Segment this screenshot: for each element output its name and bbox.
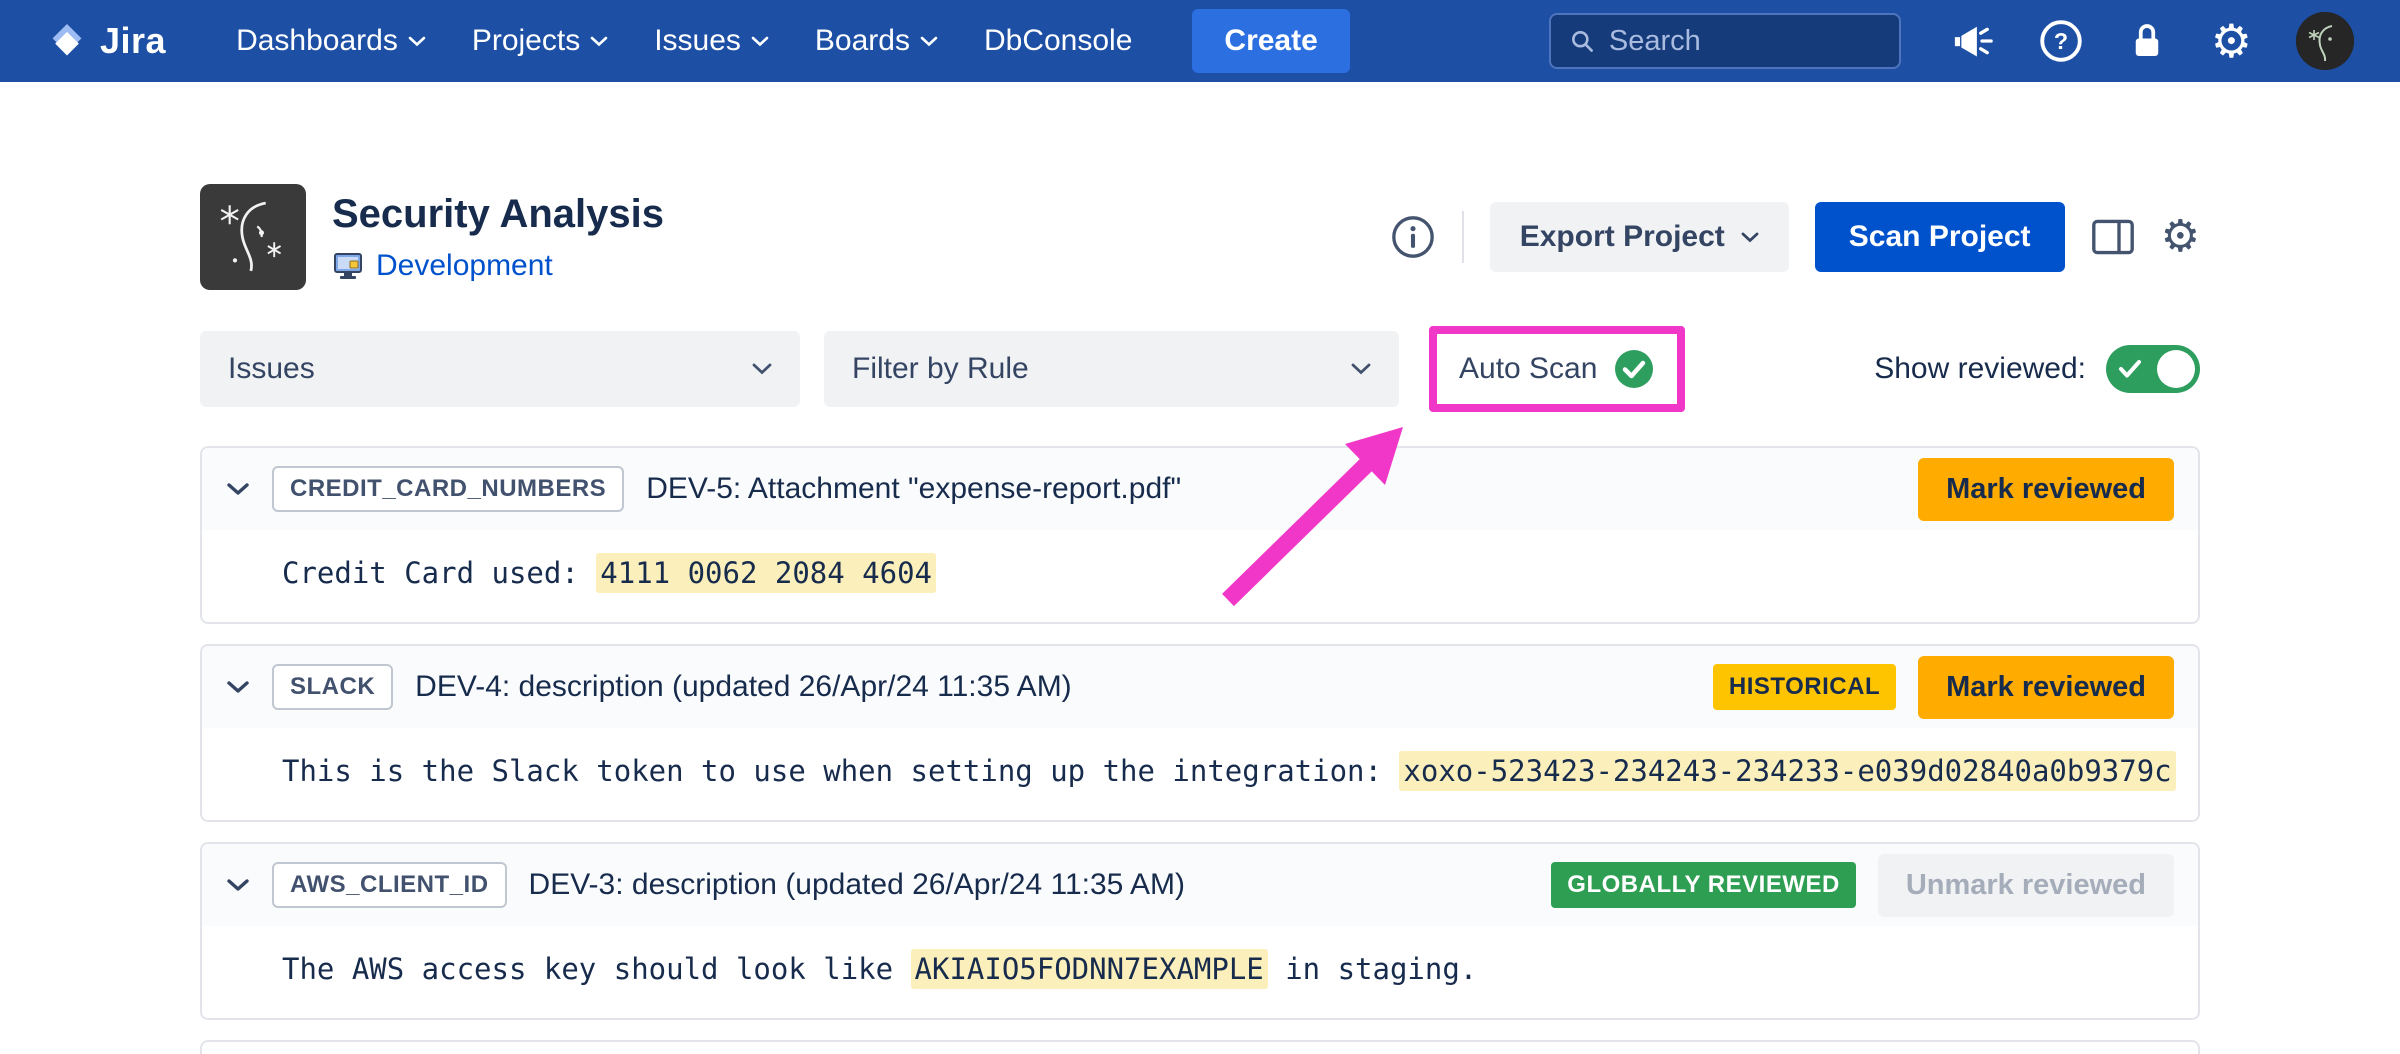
finding-text: in staging. [1268,952,1478,986]
search-icon [1569,26,1595,56]
gear-icon: ⚙ [2211,18,2252,64]
page-title: Security Analysis [332,192,664,237]
globally-reviewed-badge: GLOBALLY REVIEWED [1551,862,1856,908]
project-settings-button[interactable]: ⚙ [2161,215,2200,259]
finding-text: Credit Card used: [282,556,596,590]
chevron-down-icon [590,36,608,47]
finding-text: This is the Slack token to use when sett… [282,754,1399,788]
issues-filter-select[interactable]: Issues [200,331,800,407]
mark-reviewed-button[interactable]: Mark reviewed [1918,458,2174,521]
auto-scan-highlight-box: Auto Scan [1429,326,1685,412]
rule-filter-select[interactable]: Filter by Rule [824,331,1399,407]
issues-filter-label: Issues [228,352,315,386]
rule-badge: SLACK [272,664,393,710]
user-avatar[interactable] [2296,12,2354,70]
megaphone-icon [1951,21,1995,61]
chevron-down-icon [751,36,769,47]
export-project-label: Export Project [1520,220,1725,254]
lock-icon [2127,19,2167,63]
svg-text:?: ? [2054,28,2068,54]
show-reviewed-label: Show reviewed: [1874,352,2086,386]
project-header: Security Analysis Development [200,184,2200,290]
nav-item-dashboards[interactable]: Dashboards [236,24,426,58]
toggle-knob [2157,350,2195,388]
gear-icon: ⚙ [2161,215,2200,259]
settings-button[interactable]: ⚙ [2211,18,2252,64]
search-input[interactable] [1609,25,1881,58]
finding-body: Credit Card used: 4111 0062 2084 4604 [202,530,2198,622]
sensitive-value-highlight: 4111 0062 2084 4604 [596,553,936,593]
nav-item-label: Dashboards [236,24,398,58]
nav-item-issues[interactable]: Issues [654,24,769,58]
nav-item-label: Boards [815,24,910,58]
chevron-down-icon [226,878,250,892]
finding-text: The AWS access key should look like [282,952,911,986]
finding-title: DEV-3: description (updated 26/Apr/24 11… [529,868,1186,902]
jira-logo-icon [46,20,88,62]
nav-item-projects[interactable]: Projects [472,24,608,58]
finding-card: AWS_CLIENT_ID DEV-3: description (update… [200,842,2200,1020]
top-navbar: Jira Dashboards Projects Issues Boards D… [0,0,2400,82]
finding-card-header[interactable]: SLACK DEV-4: description (updated 26/Apr… [202,646,2198,728]
sensitive-value-highlight: xoxo-523423-234243-234233-e039d02840a0b9… [1399,751,2175,791]
findings-list: CREDIT_CARD_NUMBERS DEV-5: Attachment "e… [200,446,2200,1054]
auto-scan-label: Auto Scan [1459,352,1597,386]
finding-card: CREDIT_CARD_NUMBERS DEV-5: Attachment "e… [200,446,2200,624]
info-button[interactable] [1390,214,1436,260]
finding-card: SLACK DEV-4: description (updated 26/Apr… [200,644,2200,822]
chevron-down-icon [752,363,772,375]
finding-card-header[interactable]: AWS_CLIENT_ID DEV-3: description (update… [202,844,2198,926]
finding-body: The AWS access key should look like AKIA… [202,926,2198,1018]
historical-badge: HISTORICAL [1713,664,1896,710]
check-icon [2118,358,2142,380]
rule-filter-label: Filter by Rule [852,352,1029,386]
sensitive-value-highlight: AKIAIO5FODNN7EXAMPLE [911,949,1268,989]
main-content: Security Analysis Development [0,184,2400,1054]
chevron-down-icon [1351,363,1371,375]
nav-item-dbconsole[interactable]: DbConsole [984,24,1132,58]
info-icon [1390,214,1436,260]
layout-panel-icon [2091,219,2135,255]
avatar-image [2296,12,2354,70]
unmark-reviewed-button[interactable]: Unmark reviewed [1878,854,2174,917]
chevron-down-icon [408,36,426,47]
next-finding-card-partial [200,1040,2200,1054]
project-category-icon [332,251,364,281]
nav-item-label: DbConsole [984,24,1132,58]
search-box[interactable] [1549,13,1901,69]
finding-title: DEV-5: Attachment "expense-report.pdf" [646,472,1181,506]
finding-card-header[interactable]: CREDIT_CARD_NUMBERS DEV-5: Attachment "e… [202,448,2198,530]
filter-bar: Issues Filter by Rule Auto Scan Show rev… [200,326,2200,412]
rule-badge: CREDIT_CARD_NUMBERS [272,466,624,512]
auto-scan-enabled-check-icon[interactable] [1613,348,1655,390]
finding-body: This is the Slack token to use when sett… [202,728,2198,820]
jira-brand[interactable]: Jira [46,20,166,62]
nav-item-label: Projects [472,24,580,58]
help-button[interactable]: ? [2039,19,2083,63]
chevron-down-icon [226,482,250,496]
mark-reviewed-button[interactable]: Mark reviewed [1918,656,2174,719]
nav-item-boards[interactable]: Boards [815,24,938,58]
finding-title: DEV-4: description (updated 26/Apr/24 11… [415,670,1072,704]
scan-project-button[interactable]: Scan Project [1815,202,2065,272]
nav-item-label: Issues [654,24,741,58]
project-avatar-image [200,184,306,290]
project-avatar [200,184,306,290]
create-button[interactable]: Create [1192,9,1349,73]
chevron-down-icon [920,36,938,47]
chevron-down-icon [1741,232,1759,243]
announcements-button[interactable] [1951,21,1995,61]
help-icon: ? [2039,19,2083,63]
brand-name: Jira [100,20,166,62]
security-button[interactable] [2127,19,2167,63]
export-project-button[interactable]: Export Project [1490,202,1789,272]
rule-badge: AWS_CLIENT_ID [272,862,507,908]
show-reviewed-toggle[interactable] [2106,345,2200,393]
divider [1462,211,1464,263]
detail-view-button[interactable] [2091,219,2135,255]
project-link[interactable]: Development [376,249,553,283]
chevron-down-icon [226,680,250,694]
